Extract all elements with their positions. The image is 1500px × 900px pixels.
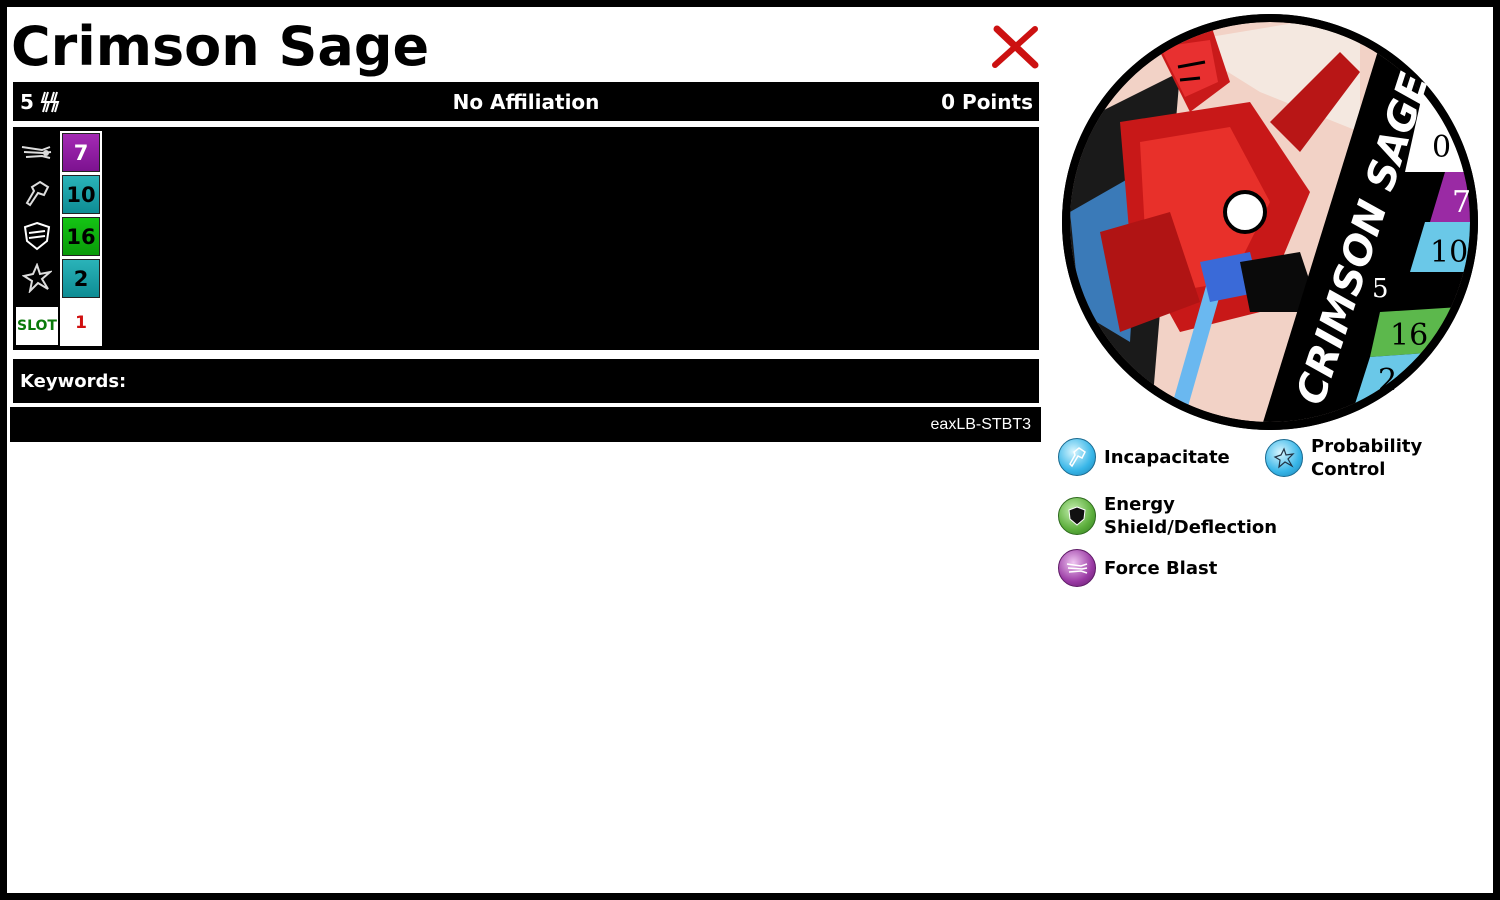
card-code-bar: eaxLB-STBT3	[10, 407, 1041, 442]
energy-shield-icon	[1058, 497, 1096, 535]
slot-label: SLOT	[16, 307, 58, 345]
stat-values-column: 7 10 16 2 1	[60, 131, 102, 346]
token-value-16: 16	[1390, 318, 1428, 353]
token-value-10: 10	[1430, 235, 1468, 270]
token-value-5: 5	[1372, 274, 1389, 304]
power-name: Probability Control	[1311, 435, 1422, 481]
power-name: Energy Shield/Deflection	[1104, 493, 1277, 539]
starburst-damage-icon	[16, 257, 58, 299]
force-blast-speed-icon	[16, 131, 58, 173]
points-label: 0 Points	[941, 90, 1033, 114]
power-name-line: Energy	[1104, 494, 1175, 515]
stat-bar: 5 No Affiliation 0 Points	[13, 82, 1039, 121]
character-title: Crimson Sage	[11, 15, 430, 78]
character-token-image: CRIMSON SAGE 0 7 10 5 16 2	[1060, 12, 1480, 432]
damage-value: 2	[62, 259, 100, 298]
close-button[interactable]	[991, 25, 1041, 69]
fist-attack-icon	[16, 173, 58, 215]
affiliation-label: No Affiliation	[452, 90, 600, 114]
attack-value: 10	[62, 175, 100, 214]
power-force-blast[interactable]: Force Blast	[1058, 549, 1217, 587]
power-probability-control[interactable]: Probability Control	[1265, 435, 1422, 481]
token-value-7: 7	[1452, 185, 1471, 220]
probability-control-icon	[1265, 439, 1303, 477]
power-incapacitate[interactable]: Incapacitate	[1058, 438, 1230, 476]
power-name: Force Blast	[1104, 557, 1218, 579]
force-blast-icon	[1058, 549, 1096, 587]
keywords-bar: Keywords:	[13, 359, 1039, 403]
card-page: Crimson Sage 5 No Affiliation 0 Points S…	[7, 7, 1493, 893]
power-name: Incapacitate	[1104, 446, 1230, 468]
power-name-line: Probability	[1311, 436, 1423, 457]
token-value-2: 2	[1378, 363, 1397, 398]
incapacitate-icon	[1058, 438, 1096, 476]
token-value-0: 0	[1432, 130, 1451, 165]
stat-dial: SLOT 7 10 16 2 1	[13, 127, 1039, 350]
keywords-label: Keywords:	[20, 371, 127, 392]
speed-value: 7	[62, 133, 100, 172]
power-name-line: Control	[1311, 459, 1386, 480]
power-energy-shield-deflection[interactable]: Energy Shield/Deflection	[1058, 493, 1277, 539]
close-icon	[992, 25, 1039, 69]
power-name-line: Shield/Deflection	[1104, 517, 1278, 538]
shield-defense-icon	[16, 215, 58, 257]
defense-value: 16	[62, 217, 100, 256]
card-code: eaxLB-STBT3	[930, 416, 1031, 433]
slot-value: 1	[62, 303, 100, 342]
